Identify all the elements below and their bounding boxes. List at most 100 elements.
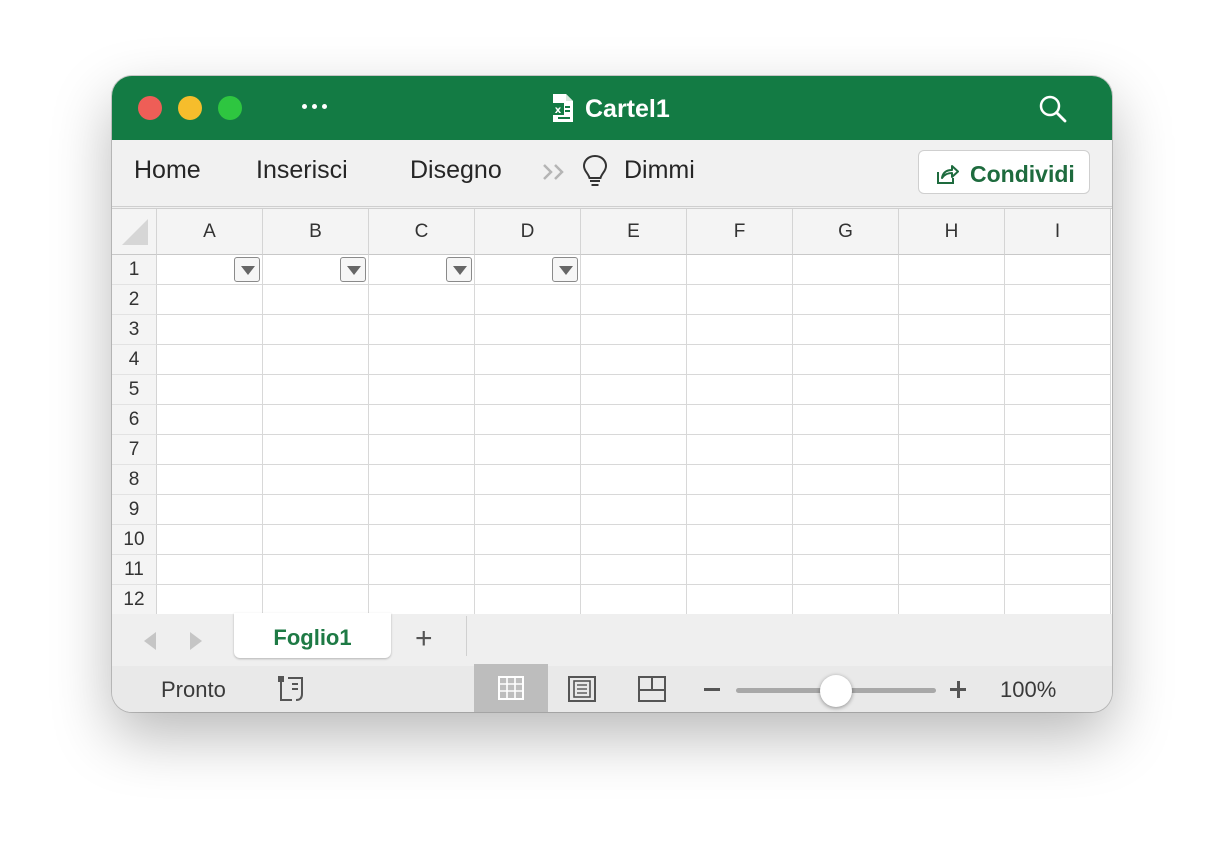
cell-d12[interactable]	[475, 585, 581, 615]
cell-g8[interactable]	[793, 465, 899, 495]
cell-c5[interactable]	[369, 375, 475, 405]
cell-e12[interactable]	[581, 585, 687, 615]
cell-i4[interactable]	[1005, 345, 1111, 375]
cell-b10[interactable]	[263, 525, 369, 555]
column-header-f[interactable]: F	[687, 209, 793, 255]
cell-c8[interactable]	[369, 465, 475, 495]
cell-c11[interactable]	[369, 555, 475, 585]
cell-f6[interactable]	[687, 405, 793, 435]
cell-c4[interactable]	[369, 345, 475, 375]
cell-a9[interactable]	[157, 495, 263, 525]
cell-b3[interactable]	[263, 315, 369, 345]
cell-h11[interactable]	[899, 555, 1005, 585]
cell-f1[interactable]	[687, 255, 793, 285]
row-header-4[interactable]: 4	[112, 345, 157, 375]
cell-c9[interactable]	[369, 495, 475, 525]
filter-dropdown-button[interactable]	[446, 257, 472, 282]
cell-a12[interactable]	[157, 585, 263, 615]
row-header-10[interactable]: 10	[112, 525, 157, 555]
cell-g2[interactable]	[793, 285, 899, 315]
cell-d7[interactable]	[475, 435, 581, 465]
cell-b12[interactable]	[263, 585, 369, 615]
cell-e4[interactable]	[581, 345, 687, 375]
cell-a3[interactable]	[157, 315, 263, 345]
cell-h3[interactable]	[899, 315, 1005, 345]
cell-h4[interactable]	[899, 345, 1005, 375]
cell-e8[interactable]	[581, 465, 687, 495]
cell-a8[interactable]	[157, 465, 263, 495]
cell-a10[interactable]	[157, 525, 263, 555]
cell-i5[interactable]	[1005, 375, 1111, 405]
page-break-view-button[interactable]	[634, 674, 670, 704]
tab-disegno[interactable]: Disegno	[410, 156, 502, 185]
cell-b4[interactable]	[263, 345, 369, 375]
cell-b11[interactable]	[263, 555, 369, 585]
cell-h8[interactable]	[899, 465, 1005, 495]
cell-h1[interactable]	[899, 255, 1005, 285]
cell-g9[interactable]	[793, 495, 899, 525]
cell-f8[interactable]	[687, 465, 793, 495]
cell-h9[interactable]	[899, 495, 1005, 525]
column-header-h[interactable]: H	[899, 209, 1005, 255]
row-header-7[interactable]: 7	[112, 435, 157, 465]
column-header-i[interactable]: I	[1005, 209, 1111, 255]
close-window-button[interactable]	[138, 96, 162, 120]
row-header-11[interactable]: 11	[112, 555, 157, 585]
cell-a5[interactable]	[157, 375, 263, 405]
cell-i2[interactable]	[1005, 285, 1111, 315]
cell-d2[interactable]	[475, 285, 581, 315]
minimize-window-button[interactable]	[178, 96, 202, 120]
cell-i11[interactable]	[1005, 555, 1111, 585]
cell-i3[interactable]	[1005, 315, 1111, 345]
page-layout-view-button[interactable]	[564, 674, 600, 704]
cell-g3[interactable]	[793, 315, 899, 345]
cell-b9[interactable]	[263, 495, 369, 525]
row-header-9[interactable]: 9	[112, 495, 157, 525]
more-icon[interactable]	[302, 104, 327, 109]
zoom-slider[interactable]	[736, 675, 936, 707]
cell-f7[interactable]	[687, 435, 793, 465]
cell-f2[interactable]	[687, 285, 793, 315]
cell-e7[interactable]	[581, 435, 687, 465]
cell-c7[interactable]	[369, 435, 475, 465]
cell-g7[interactable]	[793, 435, 899, 465]
cell-i12[interactable]	[1005, 585, 1111, 615]
zoom-window-button[interactable]	[218, 96, 242, 120]
zoom-out-button[interactable]	[704, 688, 720, 691]
search-icon[interactable]	[1038, 94, 1068, 124]
cell-d4[interactable]	[475, 345, 581, 375]
filter-dropdown-button[interactable]	[552, 257, 578, 282]
next-sheet-arrow-icon[interactable]	[188, 632, 204, 650]
cell-e6[interactable]	[581, 405, 687, 435]
cell-d11[interactable]	[475, 555, 581, 585]
cell-g10[interactable]	[793, 525, 899, 555]
cell-d1[interactable]	[475, 255, 581, 285]
cell-h2[interactable]	[899, 285, 1005, 315]
cell-a11[interactable]	[157, 555, 263, 585]
cell-g12[interactable]	[793, 585, 899, 615]
cell-e2[interactable]	[581, 285, 687, 315]
cell-d8[interactable]	[475, 465, 581, 495]
cell-e1[interactable]	[581, 255, 687, 285]
cell-c3[interactable]	[369, 315, 475, 345]
cell-f5[interactable]	[687, 375, 793, 405]
cell-i6[interactable]	[1005, 405, 1111, 435]
cell-f12[interactable]	[687, 585, 793, 615]
cell-h5[interactable]	[899, 375, 1005, 405]
column-header-d[interactable]: D	[475, 209, 581, 255]
zoom-percent[interactable]: 100%	[1000, 677, 1056, 703]
cell-f11[interactable]	[687, 555, 793, 585]
cell-h10[interactable]	[899, 525, 1005, 555]
normal-view-button[interactable]	[474, 664, 548, 712]
cell-b5[interactable]	[263, 375, 369, 405]
cell-a1[interactable]	[157, 255, 263, 285]
add-sheet-button[interactable]: +	[415, 622, 433, 656]
cell-a6[interactable]	[157, 405, 263, 435]
column-header-e[interactable]: E	[581, 209, 687, 255]
column-header-g[interactable]: G	[793, 209, 899, 255]
column-header-b[interactable]: B	[263, 209, 369, 255]
cell-i1[interactable]	[1005, 255, 1111, 285]
row-header-2[interactable]: 2	[112, 285, 157, 315]
cell-e11[interactable]	[581, 555, 687, 585]
cell-b8[interactable]	[263, 465, 369, 495]
